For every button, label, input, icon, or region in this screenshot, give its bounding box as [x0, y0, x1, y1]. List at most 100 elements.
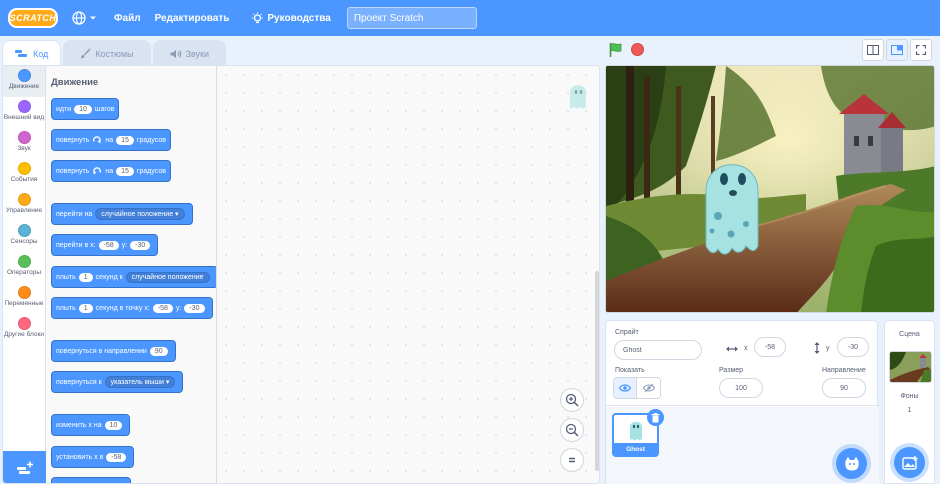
category-label: Управление: [5, 207, 43, 214]
zoom-reset-button[interactable]: [560, 448, 584, 472]
block-glide-xy[interactable]: плыть 1 секунд в точку x: -58 y: -30: [51, 297, 213, 319]
tutorials-menu[interactable]: Руководства: [251, 11, 331, 25]
block-input[interactable]: 15: [116, 135, 134, 145]
category-operators[interactable]: Операторы: [3, 252, 45, 283]
category-dot: [17, 69, 31, 82]
normal-stage-button[interactable]: [886, 39, 908, 61]
palette-section-title: Движение: [51, 77, 99, 88]
zoom-in-button[interactable]: [560, 388, 584, 412]
block-glide[interactable]: плыть 1 секунд к случайное положение: [51, 266, 216, 288]
stage-thumbnail[interactable]: [889, 351, 932, 383]
category-events[interactable]: События: [3, 159, 45, 190]
category-motion[interactable]: Движение: [3, 66, 45, 97]
ghost-sprite-preview-icon: [570, 85, 586, 109]
lightbulb-icon: [252, 11, 264, 23]
green-flag-icon[interactable]: [608, 42, 624, 58]
stage-selector[interactable]: Сцена Фоны 1: [884, 320, 935, 484]
sprite-name-input[interactable]: [614, 340, 702, 360]
backdrops-count: 1: [907, 407, 912, 414]
show-sprite-button[interactable]: [614, 378, 638, 398]
fullscreen-icon: [916, 45, 926, 55]
choose-backdrop-button[interactable]: [894, 447, 925, 478]
scratch-logo[interactable]: SCRATCH: [8, 8, 58, 28]
file-menu[interactable]: Файл: [114, 13, 141, 24]
backdrop-add-icon: [901, 455, 917, 470]
block-input-x[interactable]: -58: [152, 303, 173, 313]
sprite-info: Спрайт x y Показать Размер Направление: [606, 321, 879, 406]
category-variables[interactable]: Переменные: [3, 283, 45, 314]
category-control[interactable]: Управление: [3, 190, 45, 221]
small-stage-button[interactable]: [862, 39, 884, 61]
block-input[interactable]: 90: [149, 346, 168, 356]
tab-costumes[interactable]: Костюмы: [63, 40, 151, 66]
x-input[interactable]: [754, 337, 786, 357]
category-looks[interactable]: Внешний вид: [3, 97, 45, 128]
block-change-x[interactable]: изменить х на 10: [51, 414, 131, 436]
block-dropdown[interactable]: случайное положение ▾: [95, 208, 185, 220]
block-input[interactable]: 10: [104, 420, 123, 430]
tab-code[interactable]: Код: [2, 40, 62, 66]
dropdown-value: случайное положение: [131, 273, 204, 281]
tab-sounds[interactable]: Звуки: [152, 40, 226, 66]
category-dot: [17, 317, 31, 330]
block-partial[interactable]: [51, 477, 131, 483]
block-goto-xy[interactable]: перейти в x: -58 y: -30: [51, 234, 159, 256]
stage-thumbnail-image: [890, 352, 931, 382]
script-workspace[interactable]: [217, 66, 599, 483]
category-dot: [17, 255, 31, 268]
equals-icon: [569, 457, 575, 463]
block-point-towards[interactable]: повернуться к указатель мыши ▾: [51, 371, 184, 393]
category-my-blocks[interactable]: Другие блоки: [3, 314, 45, 345]
block-text: повернуться в направлении: [56, 347, 147, 355]
delete-sprite-button[interactable]: [647, 409, 664, 426]
block-text: плыть: [56, 304, 76, 312]
block-input[interactable]: 10: [74, 104, 92, 114]
language-menu[interactable]: [72, 11, 100, 25]
workspace-scrollbar[interactable]: [595, 271, 599, 471]
block-text: секунд в точку x:: [95, 304, 150, 312]
block-input[interactable]: -58: [106, 452, 127, 462]
stage-backdrop-image: [606, 66, 934, 312]
hide-sprite-button[interactable]: [637, 378, 660, 398]
y-input[interactable]: [837, 337, 869, 357]
block-turn-right[interactable]: повернуть на 15 градусов: [51, 129, 171, 151]
block-input[interactable]: 15: [116, 166, 134, 176]
category-sensing[interactable]: Сенсоры: [3, 221, 45, 252]
size-input[interactable]: [719, 378, 763, 398]
edit-menu[interactable]: Редактировать: [155, 13, 230, 24]
direction-input[interactable]: [822, 378, 866, 398]
stage[interactable]: [605, 65, 935, 313]
tab-code-label: Код: [33, 48, 49, 59]
block-dropdown[interactable]: указатель мыши ▾: [104, 376, 176, 388]
block-turn-left[interactable]: повернуть на 15 градусов: [51, 160, 171, 182]
fullscreen-button[interactable]: [910, 39, 932, 61]
zoom-out-button[interactable]: [560, 418, 584, 442]
zoom-out-icon: [565, 423, 579, 437]
code-area: Движение Внешний вид Звук События Управл…: [2, 65, 600, 484]
category-label: Внешний вид: [3, 114, 45, 121]
block-input-y[interactable]: -30: [130, 240, 151, 250]
horizontal-arrows-icon: [726, 346, 738, 352]
block-point-direction[interactable]: повернуться в направлении 90: [51, 340, 176, 362]
block-dropdown[interactable]: случайное положение: [125, 271, 210, 283]
add-extension-button[interactable]: [3, 451, 46, 483]
choose-sprite-button[interactable]: [836, 448, 867, 479]
block-text: плыть: [56, 273, 76, 281]
project-title-input[interactable]: [346, 7, 477, 29]
tab-sounds-label: Звуки: [185, 48, 209, 59]
category-dot: [17, 131, 31, 144]
category-label: Другие блоки: [3, 331, 44, 338]
category-sound[interactable]: Звук: [3, 128, 45, 159]
category-dot: [17, 286, 31, 299]
block-input-x[interactable]: -58: [98, 240, 119, 250]
block-set-x[interactable]: установить х в -58: [51, 446, 135, 468]
show-label: Показать: [615, 367, 645, 374]
block-input[interactable]: 1: [78, 272, 93, 282]
block-move-steps[interactable]: идти 10 шагов: [51, 98, 120, 120]
dropdown-value: указатель мыши: [110, 379, 164, 386]
block-goto[interactable]: перейти на случайное положение ▾: [51, 203, 193, 225]
stop-button[interactable]: [631, 43, 644, 56]
ghost-sprite[interactable]: [705, 164, 759, 255]
block-input-y[interactable]: -30: [184, 303, 205, 313]
block-input[interactable]: 1: [78, 303, 93, 313]
